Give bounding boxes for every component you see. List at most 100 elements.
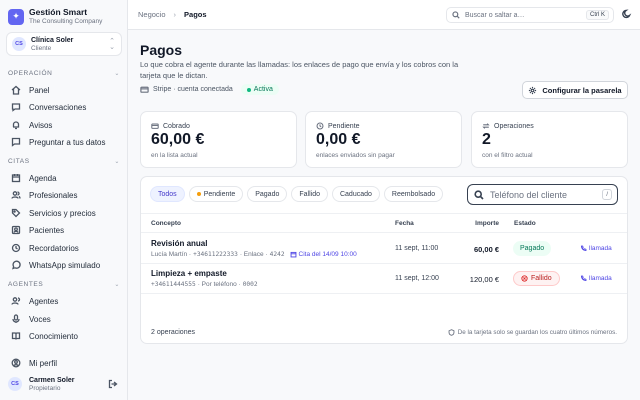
sidebar-item-panel[interactable]: Panel (10, 82, 122, 98)
row-method: · Enlace · (239, 251, 268, 258)
sidebar-item-avisos[interactable]: Avisos (10, 117, 122, 133)
configure-gateway-button[interactable]: Configurar la pasarela (522, 81, 628, 99)
brand-logo: ✦ (8, 8, 24, 25)
page-description: Lo que cobra el agente durante las llama… (140, 60, 459, 80)
pending-dot (196, 192, 201, 196)
sidebar-item-mi-perfil[interactable]: Mi perfil (10, 355, 122, 371)
users-icon (10, 189, 22, 201)
filter-reembolsado[interactable]: Reembolsado (383, 186, 444, 202)
card-icon (151, 123, 159, 129)
filter-pagado[interactable]: Pagado (247, 186, 288, 202)
card-storage-note: De la tarjeta solo se guardan los cuatro… (448, 329, 617, 336)
sidebar-item-label: Agentes (29, 296, 59, 306)
filter-todos[interactable]: Todos (150, 186, 185, 202)
table-row[interactable]: Limpieza + empaste +34611444555 · Por te… (141, 264, 627, 294)
chevron-down-icon: ⌄ (114, 71, 120, 77)
section-agentes[interactable]: Agentes ⌄ (8, 281, 120, 288)
swap-icon (482, 123, 490, 129)
section-citas[interactable]: Citas ⌄ (8, 158, 120, 165)
call-link[interactable]: llamada (580, 275, 612, 282)
payments-panel: Todos Pendiente Pagado Fallido Caducado … (140, 176, 628, 344)
stat-label: Cobrado (151, 122, 190, 130)
phone-search-shortcut: / (602, 189, 612, 200)
global-search-input[interactable]: Buscar o saltar a… Ctrl K (446, 7, 614, 23)
breadcrumb-item[interactable]: Negocio (138, 10, 166, 19)
sidebar-item-label: Preguntar a tus datos (29, 137, 106, 147)
sidebar-item-conocimiento[interactable]: Conocimiento (10, 328, 122, 344)
stat-label-text: Cobrado (163, 122, 190, 130)
bell-icon (10, 119, 22, 131)
filter-label: Pendiente (203, 190, 236, 198)
sidebar-item-label: Recordatorios (29, 243, 79, 253)
row-title: Limpieza + empaste (151, 269, 227, 278)
workspace-role: Cliente (31, 44, 52, 52)
appointment-link[interactable]: Cita del 14/09 10:00 (290, 251, 357, 258)
table-row[interactable]: Revisión anual Lucía Martín · +346112223… (141, 234, 627, 264)
book-icon (10, 330, 22, 342)
sidebar-item-pacientes[interactable]: Pacientes (10, 222, 122, 238)
theme-toggle-button[interactable] (622, 9, 634, 21)
card-icon (140, 86, 149, 93)
sidebar-item-profesionales[interactable]: Profesionales (10, 187, 122, 203)
stat-value: 0,00 € (316, 131, 361, 148)
brand-subtitle: The Consulting Company (29, 18, 103, 25)
topbar: Negocio › Pagos Buscar o saltar a… Ctrl … (128, 0, 640, 30)
sidebar-item-voces[interactable]: Voces (10, 311, 122, 327)
current-user: CS Carmen Soler Propietario (8, 375, 120, 393)
card-storage-note-text: De la tarjeta solo se guardan los cuatro… (457, 329, 617, 336)
search-icon (474, 189, 484, 200)
sidebar-item-agentes[interactable]: Agentes (10, 293, 122, 309)
sidebar-item-label: Mi perfil (29, 358, 58, 368)
sidebar-item-label: Conocimiento (29, 331, 78, 341)
status-badge: Pagado (513, 241, 552, 256)
configure-gateway-label: Configurar la pasarela (542, 85, 622, 95)
sidebar-item-conversaciones[interactable]: Conversaciones (10, 99, 122, 115)
workspace-switcher[interactable]: CS Clínica Soler Cliente ⌃ ⌄ (6, 32, 122, 56)
sidebar-item-preguntar[interactable]: Preguntar a tus datos (10, 134, 122, 150)
calendar-icon (10, 172, 22, 184)
row-card-last4: 4242 (269, 251, 285, 258)
filter-fallido[interactable]: Fallido (291, 186, 328, 202)
brand[interactable]: ✦ Gestión Smart The Consulting Company (8, 7, 102, 26)
calendar-icon (290, 251, 296, 258)
sidebar: ✦ Gestión Smart The Consulting Company C… (0, 0, 128, 400)
row-date: 11 sept, 12:00 (395, 275, 439, 282)
row-meta: Lucía Martín · +34611222333 · Enlace · 4… (151, 251, 357, 258)
filter-caducado[interactable]: Caducado (331, 186, 380, 202)
logout-icon[interactable] (108, 379, 118, 391)
phone-icon (580, 245, 587, 252)
section-operacion[interactable]: Operación ⌄ (8, 70, 120, 77)
row-date: 11 sept, 11:00 (395, 245, 439, 252)
stat-label: Pendiente (316, 122, 360, 130)
chevron-updown-icon: ⌃ ⌄ (109, 38, 115, 51)
stat-card-operaciones: Operaciones 2 con el filtro actual (471, 111, 628, 168)
sidebar-item-servicios[interactable]: Servicios y precios (10, 205, 122, 221)
whatsapp-icon (10, 259, 22, 271)
main-content: Pagos Lo que cobra el agente durante las… (128, 30, 640, 400)
status-badge-label: Activa (253, 86, 273, 93)
stat-sub: con el filtro actual (482, 152, 533, 159)
brand-name: Gestión Smart (29, 7, 88, 17)
home-icon (10, 84, 22, 96)
phone-search-input[interactable]: Teléfono del cliente / (467, 184, 618, 205)
contact-icon (10, 224, 22, 236)
sidebar-item-recordatorios[interactable]: Recordatorios (10, 240, 122, 256)
call-link[interactable]: llamada (580, 245, 612, 252)
chevron-right-icon: › (173, 10, 177, 19)
clock-icon (316, 122, 324, 130)
search-shortcut: Ctrl K (586, 10, 609, 20)
shield-icon (448, 329, 455, 336)
sidebar-item-whatsapp[interactable]: WhatsApp simulado (10, 257, 122, 273)
status-filters: Todos Pendiente Pagado Fallido Caducado … (150, 186, 447, 202)
avatar: CS (8, 377, 22, 391)
sidebar-item-agenda[interactable]: Agenda (10, 170, 122, 186)
filter-pendiente[interactable]: Pendiente (188, 186, 244, 202)
sidebar-item-label: Voces (29, 314, 51, 324)
user-role: Propietario (29, 384, 61, 392)
tag-icon (10, 207, 22, 219)
phone-icon (580, 275, 587, 282)
sidebar-item-label: Profesionales (29, 190, 78, 200)
section-title: Agentes (8, 281, 44, 288)
column-fecha: Fecha (395, 220, 414, 227)
user-name: Carmen Soler (29, 376, 75, 384)
